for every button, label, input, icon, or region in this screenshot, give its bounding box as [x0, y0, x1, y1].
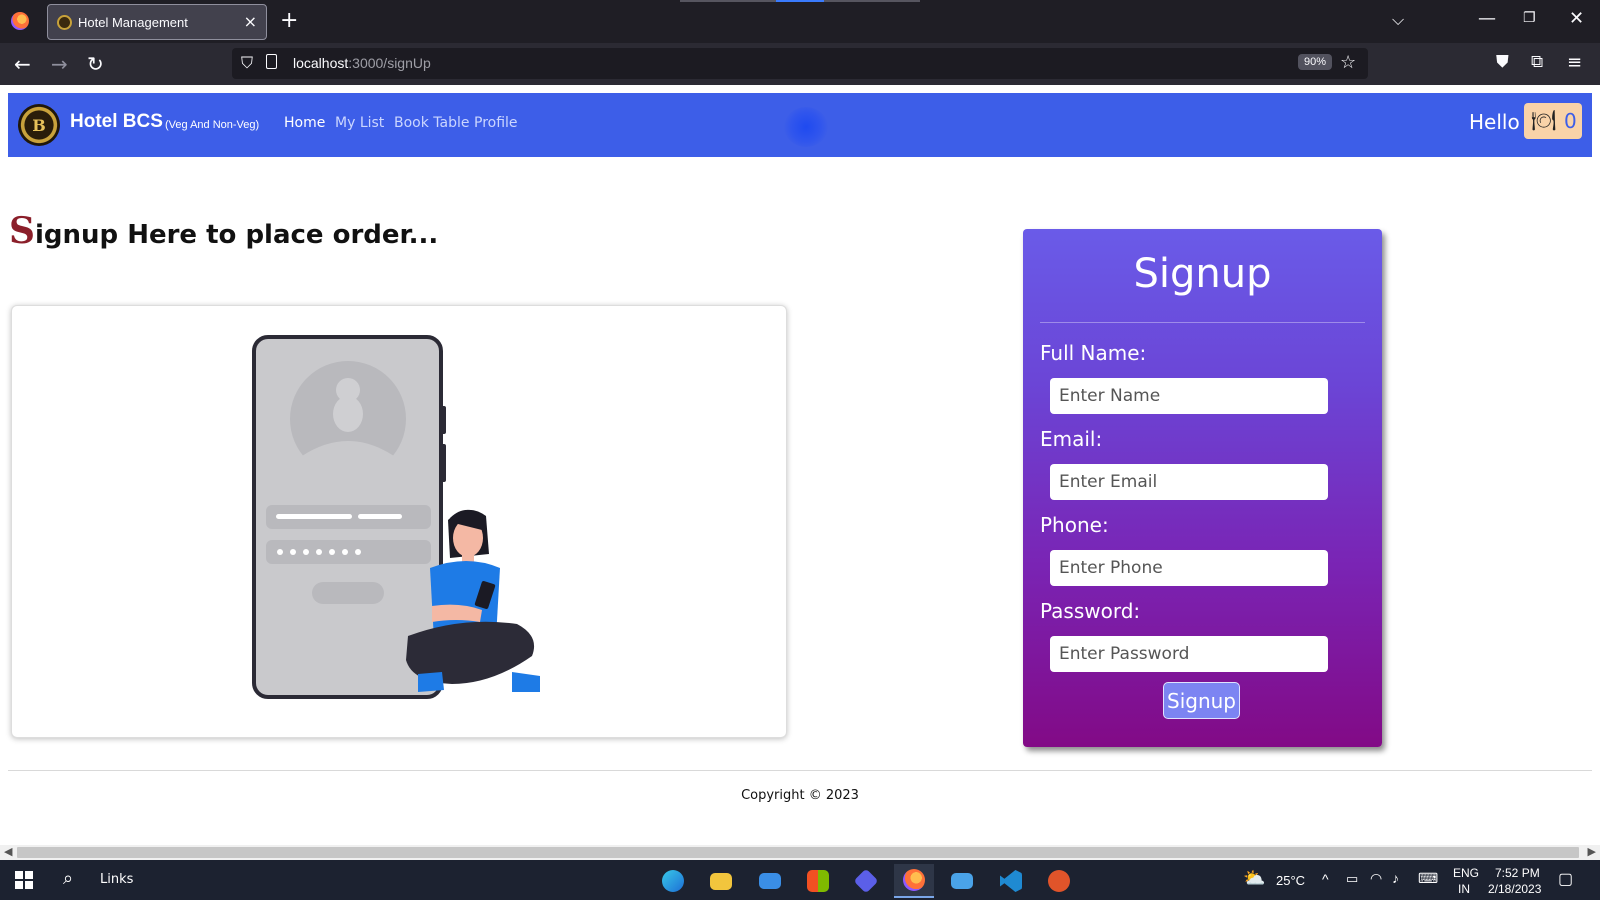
- signup-divider: [1040, 322, 1365, 323]
- tray-chevron-icon[interactable]: ^: [1322, 871, 1329, 887]
- cart-count: 0: [1564, 109, 1577, 133]
- nav-profile[interactable]: Profile: [474, 115, 518, 131]
- windows-taskbar: ⌕ Links ⛅ 25°C ^ ▭ ◠ ♪ ⌨ ENG IN 7:52 PM …: [0, 860, 1600, 900]
- tab-strip-active-indicator: [776, 0, 824, 2]
- site-navbar: B Hotel BCS (Veg And Non-Veg) Home My Li…: [8, 93, 1592, 157]
- back-icon[interactable]: ←: [14, 52, 31, 76]
- phone-input[interactable]: [1050, 550, 1328, 586]
- scrollbar-thumb[interactable]: [17, 847, 1579, 858]
- battery-icon[interactable]: ▭: [1346, 871, 1358, 887]
- signup-card: Signup Full Name: Email: Phone: Password…: [1023, 229, 1382, 747]
- copyright-text: Copyright © 2023: [741, 788, 859, 803]
- signup-illustration: [252, 335, 540, 699]
- nav-book-table[interactable]: Book Table: [394, 115, 470, 131]
- scroll-left-icon[interactable]: ◀: [4, 845, 12, 858]
- pocket-icon[interactable]: ⛊: [1496, 52, 1509, 72]
- horizontal-scrollbar[interactable]: ◀ ▶: [0, 845, 1600, 860]
- wifi-icon[interactable]: ◠: [1370, 870, 1382, 887]
- footer-divider: [8, 770, 1592, 771]
- new-tab-button[interactable]: +: [280, 8, 298, 33]
- list-all-tabs-icon[interactable]: ⌵: [1392, 10, 1404, 30]
- nav-home[interactable]: Home: [284, 115, 325, 131]
- power-automate-icon[interactable]: [846, 864, 886, 898]
- search-icon[interactable]: ⌕: [63, 868, 73, 889]
- browser-tab-bar: Hotel Management × + ⌵ — ❐ ✕: [0, 0, 1600, 43]
- forward-icon[interactable]: →: [51, 52, 68, 76]
- url-text[interactable]: localhost:3000/signUp: [293, 55, 431, 71]
- clock-time[interactable]: 7:52 PM: [1495, 866, 1540, 880]
- minimize-icon[interactable]: —: [1478, 8, 1496, 29]
- region-text[interactable]: IN: [1458, 882, 1470, 896]
- vscode-icon[interactable]: [991, 864, 1031, 898]
- phone-label: Phone:: [1040, 513, 1109, 537]
- remote-desktop-icon[interactable]: [942, 864, 982, 898]
- scroll-right-icon[interactable]: ▶: [1588, 845, 1596, 858]
- browser-tab[interactable]: Hotel Management ×: [47, 4, 267, 40]
- browser-toolbar: ← → ↻ ⛉ localhost:3000/signUp 90% ☆ ⛊ ⧉ …: [0, 43, 1600, 85]
- store-icon[interactable]: [798, 864, 838, 898]
- hotel-favicon-icon: [57, 15, 72, 30]
- shield-icon[interactable]: ⛉: [241, 53, 253, 73]
- windows-start-icon[interactable]: [15, 871, 33, 889]
- cart-button[interactable]: 🍽 0: [1524, 103, 1582, 139]
- tab-title: Hotel Management: [78, 15, 188, 30]
- firefox-taskbar-icon[interactable]: [894, 864, 934, 898]
- email-label: Email:: [1040, 427, 1103, 451]
- temperature-text[interactable]: 25°C: [1276, 873, 1305, 888]
- postman-icon[interactable]: [1039, 864, 1079, 898]
- extensions-icon[interactable]: ⧉: [1531, 52, 1543, 72]
- bookmark-star-icon[interactable]: ☆: [1340, 52, 1356, 73]
- hotel-logo-icon[interactable]: B: [18, 104, 60, 146]
- mail-icon[interactable]: [750, 864, 790, 898]
- notifications-icon[interactable]: ▢: [1558, 869, 1573, 889]
- url-bar[interactable]: ⛉ localhost:3000/signUp 90% ☆: [232, 48, 1368, 79]
- clock-date[interactable]: 2/18/2023: [1488, 882, 1541, 896]
- illustration-card: [11, 305, 787, 738]
- password-label: Password:: [1040, 599, 1141, 623]
- language-text[interactable]: ENG: [1453, 866, 1479, 880]
- close-window-icon[interactable]: ✕: [1569, 8, 1584, 29]
- page-info-icon[interactable]: [266, 54, 277, 69]
- firefox-icon[interactable]: [11, 12, 29, 30]
- file-explorer-icon[interactable]: [701, 864, 741, 898]
- zoom-level-badge[interactable]: 90%: [1298, 54, 1333, 70]
- menu-icon[interactable]: ≡: [1567, 52, 1582, 73]
- signup-button[interactable]: Signup: [1163, 682, 1240, 719]
- full-name-label: Full Name:: [1040, 341, 1147, 365]
- signup-title: Signup: [1133, 251, 1272, 297]
- cursor-glow: [784, 107, 828, 147]
- reload-icon[interactable]: ↻: [87, 52, 104, 76]
- nav-my-list[interactable]: My List: [335, 115, 384, 131]
- brand-subtitle: (Veg And Non-Veg): [165, 119, 260, 131]
- taskbar-search-label[interactable]: Links: [100, 872, 133, 887]
- page-heading: Signup Here to place order...: [9, 210, 439, 252]
- dish-icon: 🍽: [1531, 108, 1557, 132]
- brand-name[interactable]: Hotel BCS: [70, 111, 163, 133]
- close-tab-icon[interactable]: ×: [244, 12, 257, 31]
- greeting-text: Hello: [1469, 110, 1520, 134]
- volume-icon[interactable]: ♪: [1392, 870, 1399, 886]
- password-input[interactable]: [1050, 636, 1328, 672]
- keyboard-icon[interactable]: ⌨: [1418, 870, 1438, 887]
- restore-icon[interactable]: ❐: [1523, 10, 1536, 26]
- weather-icon[interactable]: ⛅: [1243, 868, 1265, 889]
- edge-icon[interactable]: [653, 864, 693, 898]
- full-name-input[interactable]: [1050, 378, 1328, 414]
- email-input[interactable]: [1050, 464, 1328, 500]
